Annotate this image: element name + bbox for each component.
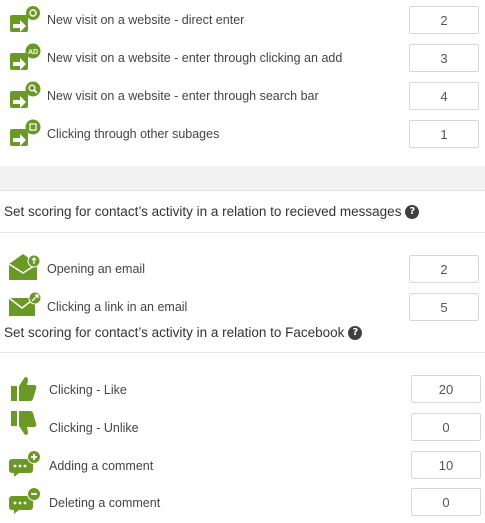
email-link-label: Clicking a link in an email <box>47 300 188 314</box>
email-row-open: Opening an email <box>0 250 485 288</box>
comment-delete-icon <box>9 486 43 516</box>
website-direct-label: New visit on a website - direct enter <box>47 13 245 27</box>
section-divider <box>0 166 485 191</box>
website-subpages-icon <box>9 119 43 149</box>
website-search-input[interactable] <box>409 82 479 110</box>
fb-row-unlike: Clicking - Unlike <box>0 409 485 447</box>
fb-comment-delete-input[interactable] <box>411 488 481 516</box>
email-row-link: Clicking a link in an email <box>0 288 485 326</box>
ad-badge-text: AD <box>28 49 38 56</box>
email-open-label: Opening an email <box>47 262 145 276</box>
fb-comment-add-label: Adding a comment <box>49 459 154 473</box>
thumbs-down-icon <box>9 410 43 440</box>
fb-unlike-input[interactable] <box>411 413 481 441</box>
website-ad-label: New visit on a website - enter through c… <box>47 51 343 65</box>
website-row-search: New visit on a website - enter through s… <box>0 77 485 115</box>
email-link-icon <box>9 290 43 320</box>
help-icon[interactable]: ? <box>348 325 363 340</box>
email-link-input[interactable] <box>409 293 479 321</box>
website-row-ad: AD New visit on a website - enter throug… <box>0 39 485 77</box>
website-ad-input[interactable] <box>409 44 479 72</box>
website-direct-icon <box>9 5 43 35</box>
email-open-input[interactable] <box>409 255 479 283</box>
website-search-label: New visit on a website - enter through s… <box>47 89 319 103</box>
website-subpages-input[interactable] <box>409 120 479 148</box>
website-search-icon <box>9 81 43 111</box>
fb-row-like: Clicking - Like <box>0 371 485 409</box>
website-subpages-label: Clicking through other subages <box>47 127 220 141</box>
comment-add-icon <box>9 449 43 479</box>
fb-row-comment-add: Adding a comment <box>0 447 485 485</box>
fb-comment-add-input[interactable] <box>411 451 481 479</box>
website-row-subpages: Clicking through other subages <box>0 115 485 153</box>
website-ad-icon: AD <box>9 43 43 73</box>
fb-comment-delete-label: Deleting a comment <box>49 496 161 510</box>
website-direct-input[interactable] <box>409 6 479 34</box>
messages-heading-text: Set scoring for contact’s activity in a … <box>4 204 402 219</box>
website-row-direct: New visit on a website - direct enter <box>0 1 485 39</box>
facebook-heading-text: Set scoring for contact’s activity in a … <box>4 325 345 340</box>
fb-like-label: Clicking - Like <box>49 383 127 397</box>
fb-unlike-label: Clicking - Unlike <box>49 421 139 435</box>
messages-heading: Set scoring for contact’s activity in a … <box>4 204 420 219</box>
email-open-icon <box>9 252 43 282</box>
facebook-separator <box>0 352 485 353</box>
thumbs-up-icon <box>9 374 43 404</box>
facebook-heading: Set scoring for contact’s activity in a … <box>4 325 363 340</box>
messages-separator <box>0 232 485 233</box>
fb-like-input[interactable] <box>411 375 481 403</box>
help-icon[interactable]: ? <box>405 204 420 219</box>
fb-row-comment-delete: Deleting a comment <box>0 484 485 522</box>
